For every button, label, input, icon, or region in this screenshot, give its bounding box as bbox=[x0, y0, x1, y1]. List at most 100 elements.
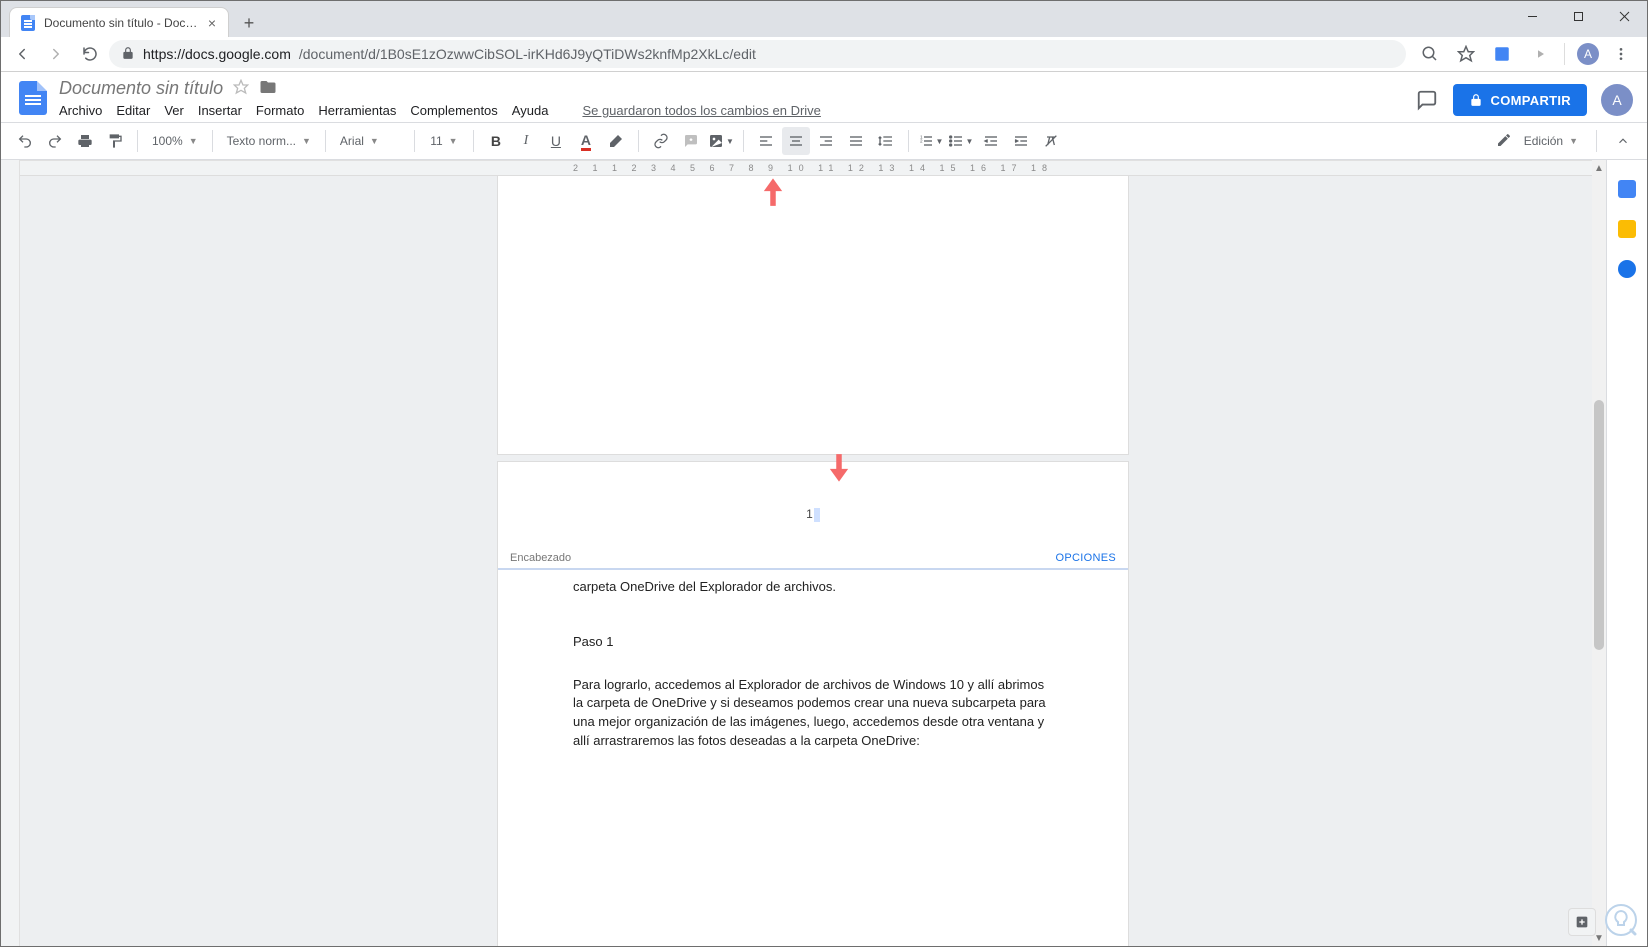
font-select[interactable]: Arial▼ bbox=[334, 128, 406, 154]
tab-title: Documento sin título - Documen bbox=[44, 16, 198, 30]
translate-icon[interactable] bbox=[1488, 40, 1516, 68]
align-right-button[interactable] bbox=[812, 127, 840, 155]
chevron-down-icon: ▼ bbox=[449, 136, 458, 146]
menu-complementos[interactable]: Complementos bbox=[410, 103, 497, 118]
lock-icon bbox=[1469, 93, 1483, 107]
page[interactable] bbox=[498, 176, 1128, 454]
body-line: carpeta OneDrive del Explorador de archi… bbox=[573, 578, 1053, 597]
docs-favicon-icon bbox=[20, 15, 36, 31]
chevron-down-icon: ▼ bbox=[189, 136, 198, 146]
document-body[interactable]: carpeta OneDrive del Explorador de archi… bbox=[498, 570, 1128, 751]
insert-comment-button[interactable] bbox=[677, 127, 705, 155]
share-button[interactable]: COMPARTIR bbox=[1453, 84, 1587, 116]
menu-insertar[interactable]: Insertar bbox=[198, 103, 242, 118]
increase-indent-button[interactable] bbox=[1007, 127, 1035, 155]
italic-button[interactable]: I bbox=[512, 127, 540, 155]
vertical-scrollbar[interactable]: ▲ ▼ bbox=[1592, 160, 1606, 946]
help-bulb-icon[interactable] bbox=[1601, 900, 1641, 940]
text-cursor bbox=[814, 508, 820, 522]
print-button[interactable] bbox=[71, 127, 99, 155]
docs-account-avatar[interactable]: A bbox=[1601, 84, 1633, 116]
address-bar[interactable]: https://docs.google.com/document/d/1B0sE… bbox=[109, 40, 1406, 68]
scroll-up-icon[interactable]: ▲ bbox=[1592, 160, 1606, 176]
redo-button[interactable] bbox=[41, 127, 69, 155]
size-select[interactable]: 11▼ bbox=[423, 128, 465, 154]
numbered-list-button[interactable]: 12▼ bbox=[917, 127, 945, 155]
horizontal-ruler[interactable]: 2 1 1 2 3 4 5 6 7 8 9 10 11 12 13 14 15 … bbox=[20, 160, 1606, 176]
clear-formatting-button[interactable] bbox=[1037, 127, 1065, 155]
tab-close-icon[interactable]: × bbox=[206, 15, 218, 31]
chevron-down-icon: ▼ bbox=[370, 136, 379, 146]
align-justify-button[interactable] bbox=[842, 127, 870, 155]
explore-button[interactable] bbox=[1568, 908, 1596, 936]
new-tab-button[interactable]: + bbox=[235, 9, 263, 37]
highlight-button[interactable] bbox=[602, 127, 630, 155]
browser-tab-active[interactable]: Documento sin título - Documen × bbox=[9, 7, 229, 37]
toolbar-right: A bbox=[1410, 40, 1641, 68]
line-spacing-button[interactable] bbox=[872, 127, 900, 155]
nav-forward-button[interactable] bbox=[41, 39, 71, 69]
nav-back-button[interactable] bbox=[7, 39, 37, 69]
bulleted-list-button[interactable]: ▼ bbox=[947, 127, 975, 155]
insert-link-button[interactable] bbox=[647, 127, 675, 155]
bold-button[interactable]: B bbox=[482, 127, 510, 155]
annotation-arrow-down-icon bbox=[828, 452, 850, 482]
move-folder-icon[interactable] bbox=[259, 78, 277, 99]
pencil-icon bbox=[1496, 132, 1512, 151]
bookmark-star-icon[interactable] bbox=[1452, 40, 1480, 68]
browser-menu-icon[interactable] bbox=[1607, 40, 1635, 68]
insert-image-button[interactable]: ▼ bbox=[707, 127, 735, 155]
comments-icon[interactable] bbox=[1415, 88, 1439, 112]
window-maximize-button[interactable] bbox=[1555, 1, 1601, 31]
document-canvas[interactable]: 2 1 1 2 3 4 5 6 7 8 9 10 11 12 13 14 15 … bbox=[20, 160, 1606, 946]
page-number-field[interactable]: 1 bbox=[498, 507, 1128, 522]
browser-titlebar: Documento sin título - Documen × + bbox=[1, 1, 1647, 37]
tasks-addon-icon[interactable] bbox=[1618, 260, 1636, 278]
chevron-down-icon: ▼ bbox=[302, 136, 311, 146]
scrollbar-thumb[interactable] bbox=[1594, 400, 1604, 650]
menu-ver[interactable]: Ver bbox=[164, 103, 184, 118]
menu-herramientas[interactable]: Herramientas bbox=[318, 103, 396, 118]
tab-strip: Documento sin título - Documen × + bbox=[1, 1, 263, 37]
menu-editar[interactable]: Editar bbox=[116, 103, 150, 118]
header-options-button[interactable]: OPCIONES bbox=[1056, 552, 1116, 564]
url-path: /document/d/1B0sE1zOzwwCibSOL-irKHd6J9yQ… bbox=[299, 46, 756, 62]
window-close-button[interactable] bbox=[1601, 1, 1647, 31]
window-controls bbox=[1509, 1, 1647, 31]
undo-button[interactable] bbox=[11, 127, 39, 155]
page-zoom-icon[interactable] bbox=[1416, 40, 1444, 68]
styles-select[interactable]: Texto norm...▼ bbox=[221, 128, 317, 154]
align-center-button[interactable] bbox=[782, 127, 810, 155]
star-icon[interactable] bbox=[233, 79, 249, 98]
paint-format-button[interactable] bbox=[101, 127, 129, 155]
calendar-addon-icon[interactable] bbox=[1618, 180, 1636, 198]
menu-archivo[interactable]: Archivo bbox=[59, 103, 102, 118]
menu-formato[interactable]: Formato bbox=[256, 103, 304, 118]
url-host: https://docs.google.com bbox=[143, 46, 291, 62]
decrease-indent-button[interactable] bbox=[977, 127, 1005, 155]
menu-bar: Archivo Editar Ver Insertar Formato Herr… bbox=[59, 99, 1635, 122]
divider bbox=[1564, 43, 1565, 65]
body-paragraph: Para lograrlo, accedemos al Explorador d… bbox=[573, 676, 1053, 751]
vertical-ruler[interactable] bbox=[1, 160, 20, 946]
menu-ayuda[interactable]: Ayuda bbox=[512, 103, 549, 118]
window-minimize-button[interactable] bbox=[1509, 1, 1555, 31]
chevron-down-icon: ▼ bbox=[726, 137, 734, 146]
annotation-arrow-up-icon bbox=[762, 178, 784, 208]
docs-logo-icon[interactable] bbox=[13, 78, 53, 118]
nav-reload-button[interactable] bbox=[75, 39, 105, 69]
document-title[interactable]: Documento sin título bbox=[59, 78, 223, 99]
collapse-toolbar-button[interactable] bbox=[1609, 127, 1637, 155]
extensions-icon[interactable] bbox=[1524, 40, 1552, 68]
keep-addon-icon[interactable] bbox=[1618, 220, 1636, 238]
zoom-select[interactable]: 100%▼ bbox=[146, 128, 204, 154]
underline-button[interactable]: U bbox=[542, 127, 570, 155]
mode-select[interactable]: Edición▼ bbox=[1518, 128, 1584, 154]
share-label: COMPARTIR bbox=[1491, 93, 1571, 108]
align-left-button[interactable] bbox=[752, 127, 780, 155]
browser-profile-avatar[interactable]: A bbox=[1577, 43, 1599, 65]
workspace: 2 1 1 2 3 4 5 6 7 8 9 10 11 12 13 14 15 … bbox=[1, 160, 1647, 946]
save-status[interactable]: Se guardaron todos los cambios en Drive bbox=[582, 103, 820, 118]
page[interactable]: 1 Encabezado OPCIONES carpeta OneDrive d… bbox=[498, 462, 1128, 946]
text-color-button[interactable]: A bbox=[572, 127, 600, 155]
